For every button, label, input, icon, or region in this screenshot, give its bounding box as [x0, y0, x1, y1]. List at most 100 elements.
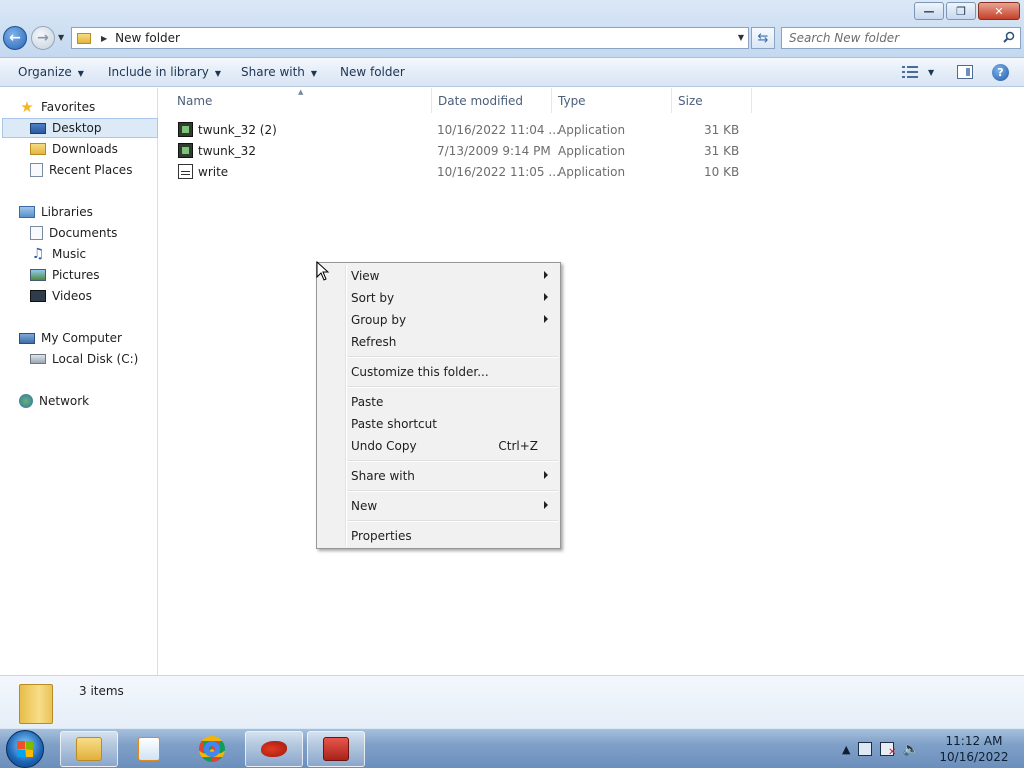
file-date: 10/16/2022 11:05 ...: [437, 165, 560, 179]
menu-item-paste-shortcut[interactable]: Paste shortcut: [351, 414, 556, 434]
folder-icon: [19, 684, 53, 724]
sidebar-item-label: Music: [52, 247, 87, 261]
show-hidden-icons-icon[interactable]: ▲: [842, 743, 850, 756]
organize-label: Organize: [18, 65, 72, 79]
sidebar-item-libraries[interactable]: Libraries: [19, 202, 93, 222]
column-label: Size: [678, 93, 703, 108]
address-bar[interactable]: ▶ New folder ▼: [71, 27, 749, 49]
menu-item-customize-folder[interactable]: Customize this folder...: [351, 362, 556, 382]
sidebar-item-network[interactable]: Network: [19, 391, 89, 411]
file-type: Application: [558, 165, 626, 179]
file-size: 31 KB: [704, 144, 740, 158]
sidebar-item-label: Desktop: [52, 121, 102, 135]
sidebar-item-my-computer[interactable]: My Computer: [19, 328, 122, 348]
sidebar-item-downloads[interactable]: Downloads: [30, 139, 118, 159]
new-folder-button[interactable]: New folder: [340, 65, 405, 79]
column-header-type[interactable]: Type: [552, 88, 672, 113]
clock[interactable]: 11:12 AM 10/16/2022: [938, 733, 1010, 765]
refresh-icon: ⇆: [757, 30, 769, 46]
taskbar-toolbox-button[interactable]: [307, 731, 365, 767]
column-header-date-modified[interactable]: Date modified: [432, 88, 552, 113]
menu-item-label: Group by: [351, 313, 407, 327]
sidebar-item-label: Libraries: [41, 205, 93, 219]
sidebar-item-favorites[interactable]: ★ Favorites: [19, 97, 95, 117]
file-row[interactable]: twunk_32 (2) 10/16/2022 11:04 ... Applic…: [173, 119, 753, 140]
address-dropdown-icon[interactable]: ▼: [738, 33, 744, 42]
recent-pages-dropdown[interactable]: ▼: [58, 33, 64, 42]
taskbar-chrome-button[interactable]: [183, 731, 241, 767]
breadcrumb-chevron-icon[interactable]: ▶: [101, 34, 107, 43]
sidebar-item-music[interactable]: ♫ Music: [30, 244, 86, 264]
menu-item-sort-by[interactable]: Sort by: [351, 288, 556, 308]
menu-item-new[interactable]: New: [351, 496, 556, 516]
file-row[interactable]: twunk_32 7/13/2009 9:14 PM Application 3…: [173, 140, 753, 161]
menu-item-label: Paste: [351, 395, 384, 409]
menu-item-refresh[interactable]: Refresh: [351, 332, 556, 352]
organize-button[interactable]: Organize ▼: [18, 65, 84, 79]
forward-arrow-icon: →: [37, 30, 49, 46]
toolbox-icon: [323, 737, 349, 761]
menu-item-share-with[interactable]: Share with: [351, 466, 556, 486]
sidebar-item-pictures[interactable]: Pictures: [30, 265, 100, 285]
menu-item-group-by[interactable]: Group by: [351, 310, 556, 330]
file-date: 10/16/2022 11:04 ...: [437, 123, 560, 137]
chili-pepper-icon: [261, 741, 287, 757]
clock-time: 11:12 AM: [945, 734, 1003, 748]
view-options-dropdown[interactable]: ▼: [928, 68, 934, 77]
volume-icon[interactable]: 🔈: [902, 742, 918, 757]
sidebar-item-recent-places[interactable]: Recent Places: [30, 160, 132, 180]
menu-item-properties[interactable]: Properties: [351, 526, 556, 546]
change-view-icon[interactable]: [902, 66, 918, 78]
hard-disk-icon: [30, 354, 46, 364]
start-button[interactable]: [6, 730, 44, 768]
sidebar-item-label: Local Disk (C:): [52, 352, 139, 366]
help-icon[interactable]: ?: [992, 64, 1009, 81]
menu-item-undo-copy[interactable]: Undo Copy Ctrl+Z: [351, 436, 556, 456]
menu-item-label: Share with: [351, 469, 415, 483]
sidebar-item-label: Documents: [49, 226, 118, 240]
menu-separator: [347, 356, 558, 358]
keyboard-shortcut: Ctrl+Z: [498, 439, 538, 453]
back-button[interactable]: ←: [3, 26, 27, 50]
share-with-button[interactable]: Share with ▼: [241, 65, 317, 79]
windows-logo-icon: [17, 741, 33, 757]
items-count: 3 items: [79, 684, 124, 698]
navigation-pane: ★ Favorites Desktop Downloads Recent Plac…: [0, 88, 158, 675]
chevron-down-icon: ▼: [77, 69, 84, 78]
maximize-button[interactable]: ❐: [946, 2, 976, 20]
taskbar-pepper-app-button[interactable]: [245, 731, 303, 767]
context-menu: View Sort by Group by Refresh Customize …: [316, 262, 561, 549]
file-row[interactable]: write 10/16/2022 11:05 ... Application 1…: [173, 161, 753, 182]
search-input[interactable]: [789, 31, 999, 45]
menu-item-view[interactable]: View: [351, 266, 556, 286]
taskbar: ▲ ✕ 🔈 11:12 AM 10/16/2022: [0, 728, 1024, 768]
column-header-size[interactable]: Size: [672, 88, 752, 113]
menu-item-paste[interactable]: Paste: [351, 392, 556, 412]
include-in-library-button[interactable]: Include in library ▼: [108, 65, 221, 79]
refresh-button[interactable]: ⇆: [751, 27, 775, 49]
sidebar-item-desktop[interactable]: Desktop: [2, 118, 158, 138]
search-icon[interactable]: [1003, 31, 1015, 43]
sidebar-item-documents[interactable]: Documents: [30, 223, 117, 243]
taskbar-media-player-button[interactable]: [120, 731, 178, 767]
downloads-folder-icon: [30, 143, 46, 155]
application-icon: [178, 122, 193, 137]
file-name-cell: write: [178, 164, 228, 179]
breadcrumb-new-folder[interactable]: New folder: [115, 31, 180, 45]
sidebar-item-label: Downloads: [52, 142, 118, 156]
sidebar-item-videos[interactable]: Videos: [30, 286, 92, 306]
file-list[interactable]: Name ▲ Date modified Type Size twunk_32 …: [159, 88, 1024, 675]
network-status-icon[interactable]: ✕: [880, 742, 896, 758]
close-button[interactable]: ✕: [978, 2, 1020, 20]
forward-button[interactable]: →: [31, 26, 55, 50]
network-icon: [19, 394, 33, 408]
column-label: Date modified: [438, 93, 524, 108]
menu-item-label: Refresh: [351, 335, 397, 349]
action-center-icon[interactable]: [858, 742, 873, 756]
search-box[interactable]: [781, 27, 1021, 49]
sidebar-item-local-disk[interactable]: Local Disk (C:): [30, 349, 138, 369]
minimize-button[interactable]: —: [914, 2, 944, 20]
file-name-cell: twunk_32 (2): [178, 122, 277, 137]
preview-pane-icon[interactable]: [957, 65, 973, 79]
taskbar-explorer-button[interactable]: [60, 731, 118, 767]
